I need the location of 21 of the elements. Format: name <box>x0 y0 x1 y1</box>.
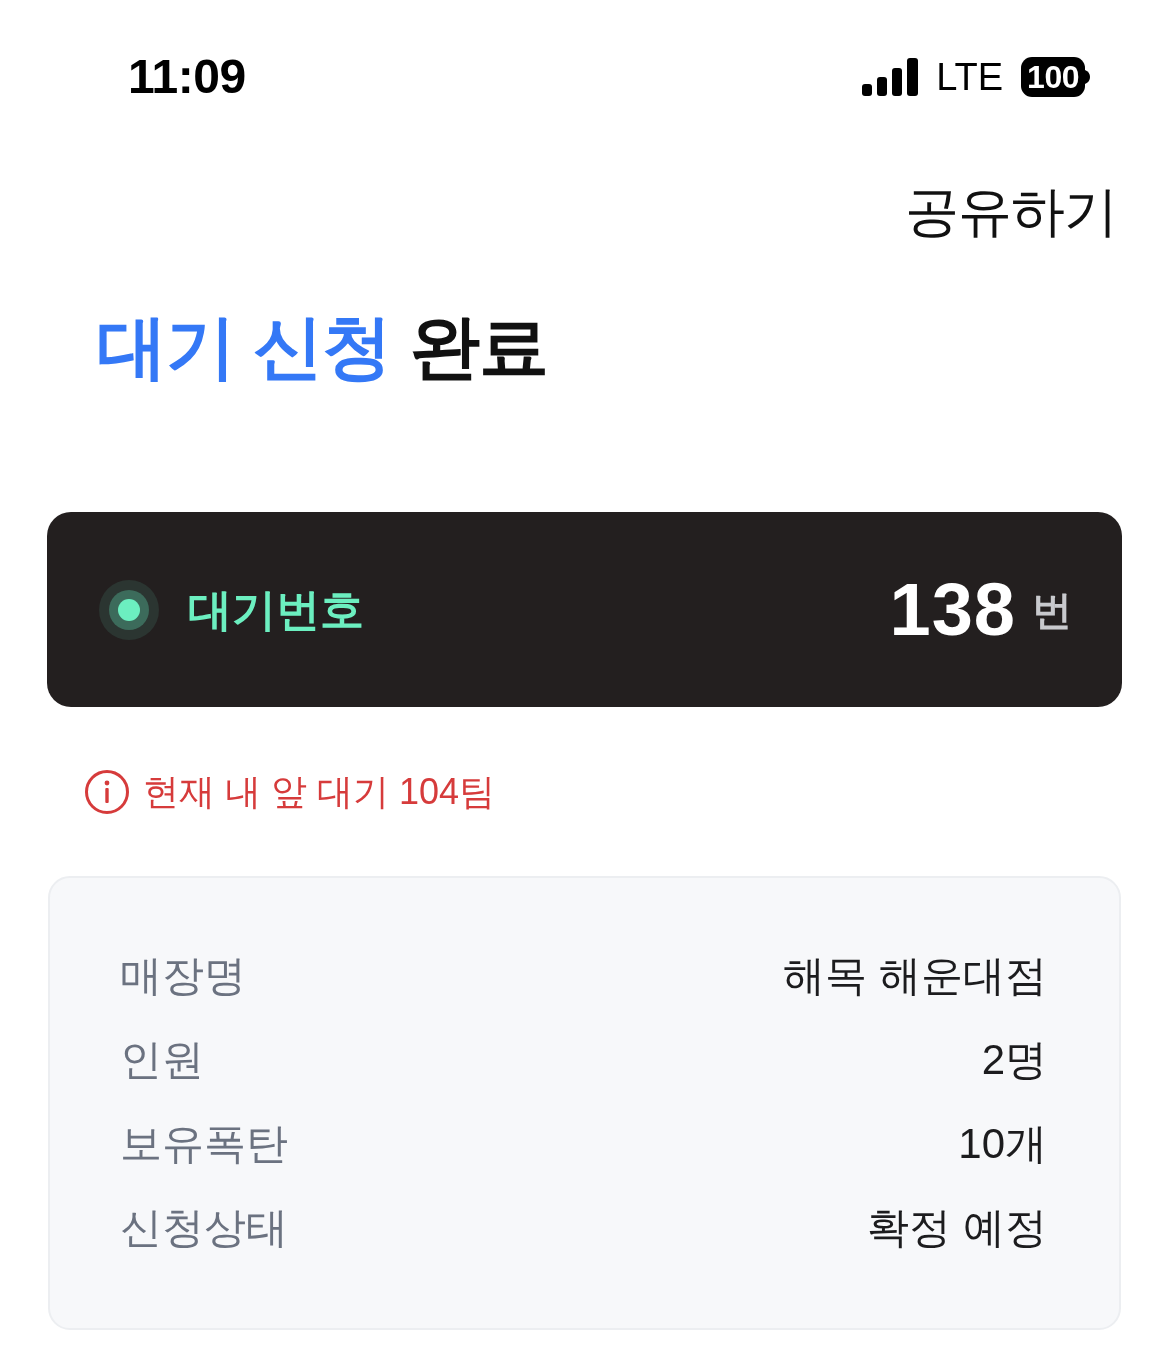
battery-cap-icon <box>1085 70 1090 84</box>
signal-icon <box>862 58 919 96</box>
queue-unit: 번 <box>1032 589 1072 630</box>
detail-value: 2명 <box>981 1039 1047 1081</box>
detail-label: 매장명 <box>120 955 246 997</box>
share-button[interactable]: 공유하기 <box>905 184 1117 238</box>
detail-value: 10개 <box>958 1123 1047 1165</box>
detail-value: 확정 예정 <box>867 1207 1047 1249</box>
detail-label: 보유폭탄 <box>120 1123 288 1165</box>
page-title: 대기 신청 완료 <box>97 307 549 387</box>
waiting-notice: 현재 내 앞 대기 104팀 <box>143 774 496 810</box>
battery-level: 100 <box>1021 57 1085 97</box>
queue-label: 대기번호 <box>188 587 364 632</box>
detail-label: 인원 <box>120 1039 204 1081</box>
info-icon <box>85 770 129 814</box>
status-time: 11:09 <box>128 53 246 101</box>
network-type: LTE <box>936 58 1004 96</box>
status-dot-icon <box>99 579 159 640</box>
detail-label: 신청상태 <box>120 1207 288 1249</box>
queue-number: 138 <box>889 572 1016 647</box>
detail-value: 해목 해운대점 <box>783 955 1047 997</box>
